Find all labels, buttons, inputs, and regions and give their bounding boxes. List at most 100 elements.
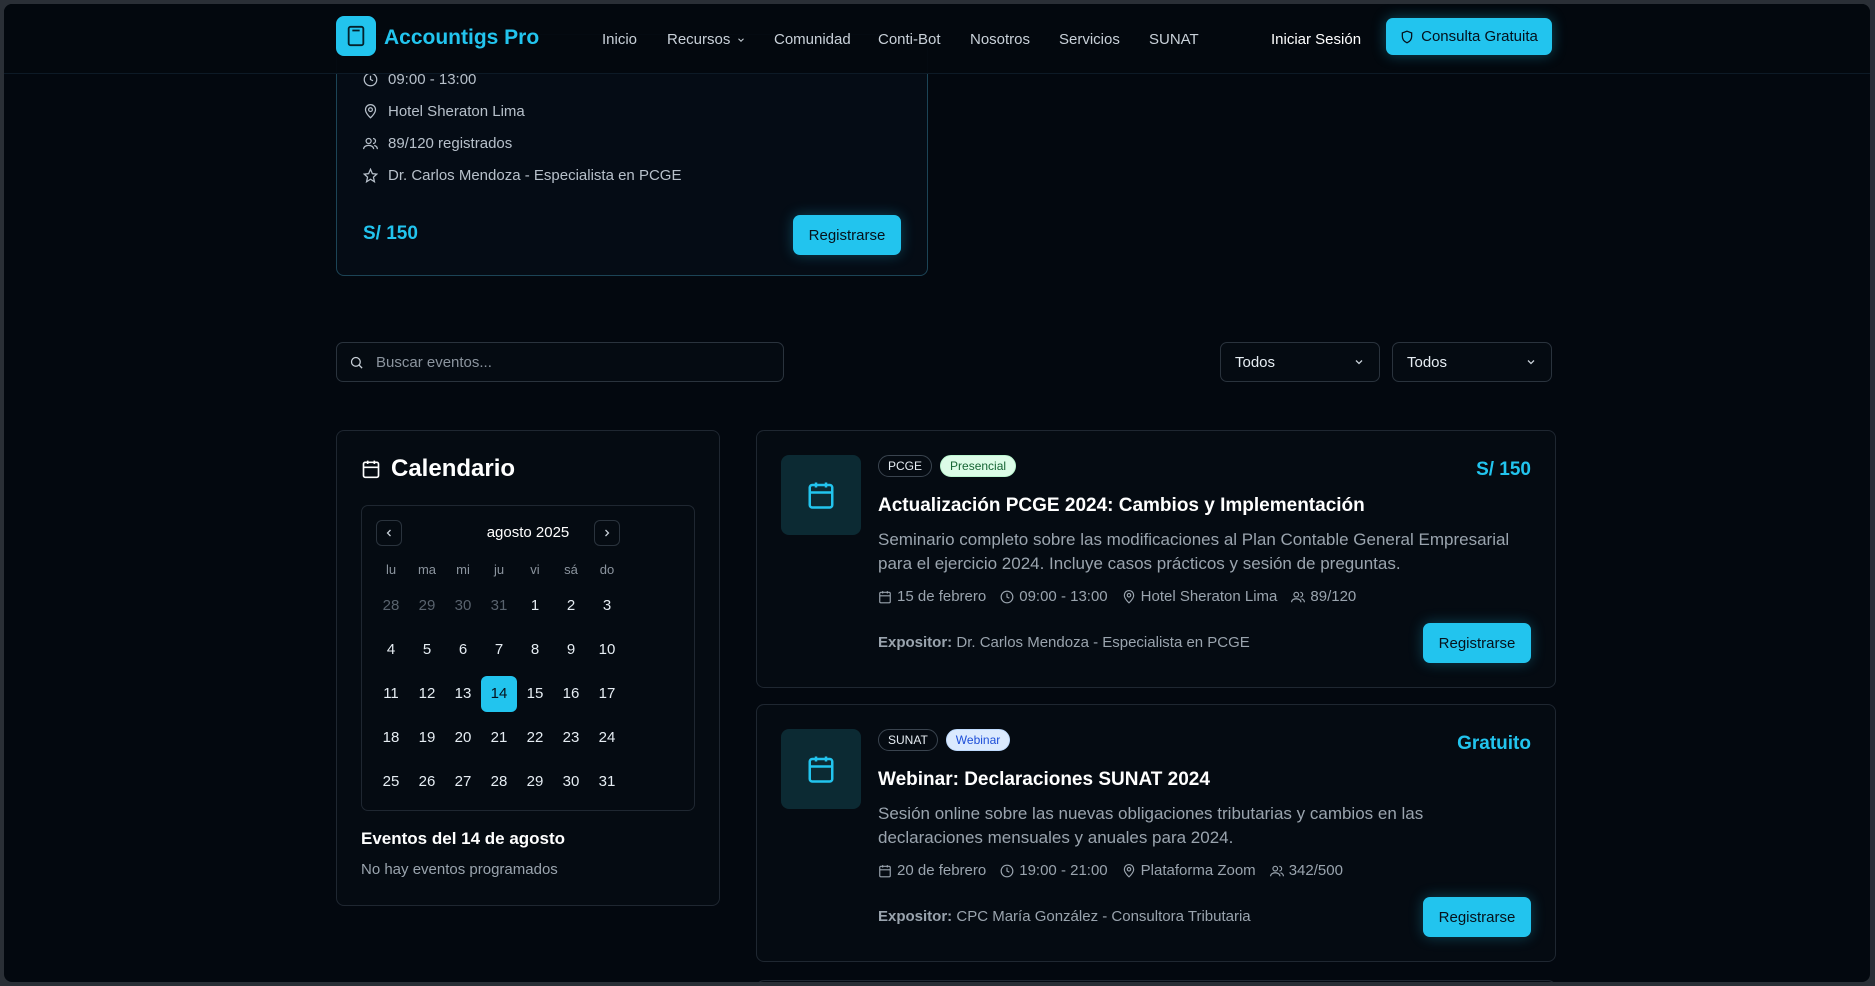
event-location-text: Plataforma Zoom — [1140, 862, 1256, 879]
event-tags: SUNAT Webinar — [878, 729, 1011, 751]
nav-comunidad[interactable]: Comunidad — [774, 31, 851, 48]
weekday-header: mi — [456, 562, 470, 577]
calendar-month: agosto 2025 — [486, 524, 570, 541]
brand-name[interactable]: Accountigs Pro — [384, 26, 539, 50]
day-events-empty: No hay eventos programados — [361, 861, 558, 878]
filter-mode-value: Todos — [1407, 353, 1448, 371]
calendar-day[interactable]: 12 — [409, 676, 445, 712]
calendar-day[interactable]: 29 — [517, 764, 553, 800]
event-title[interactable]: Actualización PCGE 2024: Cambios y Imple… — [878, 495, 1365, 517]
calendar-day[interactable]: 7 — [481, 632, 517, 668]
users-icon — [1291, 591, 1306, 602]
users-icon — [363, 137, 378, 150]
calendar-day[interactable]: 29 — [409, 588, 445, 624]
calendar-day[interactable]: 9 — [553, 632, 589, 668]
speaker-name: Dr. Carlos Mendoza - Especialista en PCG… — [956, 634, 1250, 651]
calendar-title: Calendario — [391, 455, 516, 482]
event-time-text: 09:00 - 13:00 — [1019, 588, 1108, 605]
nav-nosotros[interactable]: Nosotros — [970, 31, 1030, 48]
calendar-day-selected[interactable]: 14 — [481, 676, 517, 712]
weekday-header: ma — [417, 562, 437, 577]
site-header: Accountigs Pro Inicio Recursos Comunidad… — [4, 4, 1870, 74]
calendar-day[interactable]: 18 — [373, 720, 409, 756]
calendar-day[interactable]: 25 — [373, 764, 409, 800]
calendar-day[interactable]: 15 — [517, 676, 553, 712]
nav-servicios[interactable]: Servicios — [1059, 31, 1120, 48]
calendar-day[interactable]: 19 — [409, 720, 445, 756]
event-date-text: 20 de febrero — [897, 862, 987, 879]
event-card: PCGE Presencial S/ 150 Actualización PCG… — [756, 430, 1556, 688]
event-time: 19:00 - 21:00 — [1000, 862, 1108, 879]
register-button[interactable]: Registrarse — [793, 215, 901, 255]
clock-icon — [1000, 864, 1014, 877]
calendar-day[interactable]: 8 — [517, 632, 553, 668]
calendar-day[interactable]: 31 — [481, 588, 517, 624]
weekday-header: vi — [530, 562, 540, 577]
calendar-icon — [781, 729, 861, 809]
weekday-header: lu — [385, 562, 397, 577]
weekday-header: ju — [493, 562, 505, 577]
registered-row: 89/120 registrados — [363, 135, 512, 152]
calendar-icon — [879, 864, 891, 877]
calendar-icon — [362, 460, 380, 479]
event-card: SUNAT Webinar Gratuito Webinar: Declarac… — [756, 704, 1556, 962]
map-pin-icon — [1123, 589, 1134, 604]
search-icon — [350, 356, 363, 369]
calendar-day[interactable]: 17 — [589, 676, 625, 712]
calendar-day[interactable]: 31 — [589, 764, 625, 800]
nav-inicio[interactable]: Inicio — [602, 31, 637, 48]
calendar-panel: Calendario agosto 2025 lu ma mi ju vi sá do 28 2… — [336, 430, 720, 906]
event-time: 09:00 - 13:00 — [1000, 588, 1108, 605]
event-title[interactable]: Webinar: Declaraciones SUNAT 2024 — [878, 769, 1210, 791]
free-consultation-button[interactable]: Consulta Gratuita — [1386, 18, 1552, 55]
event-price: Gratuito — [1457, 733, 1531, 754]
calendar-day[interactable]: 30 — [553, 764, 589, 800]
calendar-day[interactable]: 22 — [517, 720, 553, 756]
calendar-day[interactable]: 27 — [445, 764, 481, 800]
event-description: Sesión online sobre las nuevas obligacio… — [878, 804, 1424, 847]
nav-sunat[interactable]: SUNAT — [1149, 31, 1199, 48]
register-button[interactable]: Registrarse — [1423, 897, 1531, 937]
login-link[interactable]: Iniciar Sesión — [1271, 31, 1361, 48]
calendar-day[interactable]: 6 — [445, 632, 481, 668]
calendar-day[interactable]: 21 — [481, 720, 517, 756]
event-capacity: 342/500 — [1269, 862, 1343, 879]
search-input[interactable] — [376, 353, 756, 371]
nav-conti-bot[interactable]: Conti-Bot — [878, 31, 941, 48]
calendar-widget: agosto 2025 lu ma mi ju vi sá do 28 29 30 31 1 2 3 4 5 6… — [361, 505, 695, 811]
calculator-logo-icon[interactable] — [336, 16, 376, 56]
next-month-button[interactable] — [594, 520, 620, 546]
calendar-icon — [879, 590, 891, 603]
calendar-day[interactable]: 26 — [409, 764, 445, 800]
calendar-day[interactable]: 30 — [445, 588, 481, 624]
prev-month-button[interactable] — [376, 520, 402, 546]
event-location: Hotel Sheraton Lima — [1122, 588, 1277, 605]
calendar-day[interactable]: 11 — [373, 676, 409, 712]
calendar-day[interactable]: 5 — [409, 632, 445, 668]
nav-recursos[interactable]: Recursos — [667, 31, 746, 48]
chevron-down-icon — [738, 37, 745, 42]
register-button[interactable]: Registrarse — [1423, 623, 1531, 663]
calendar-day[interactable]: 20 — [445, 720, 481, 756]
speaker-row: Dr. Carlos Mendoza - Especialista en PCG… — [363, 167, 681, 184]
calendar-day[interactable]: 1 — [517, 588, 553, 624]
calendar-day[interactable]: 23 — [553, 720, 589, 756]
filter-select-mode[interactable]: Todos — [1392, 342, 1552, 382]
calendar-day[interactable]: 13 — [445, 676, 481, 712]
calendar-day[interactable]: 28 — [481, 764, 517, 800]
calendar-icon — [781, 455, 861, 535]
calendar-day[interactable]: 2 — [553, 588, 589, 624]
event-speaker: Expositor: CPC María González - Consulto… — [878, 908, 1251, 925]
calendar-day[interactable]: 16 — [553, 676, 589, 712]
speaker-name: CPC María González - Consultora Tributar… — [956, 908, 1251, 925]
speaker-label: Expositor: — [878, 908, 953, 925]
filter-select-category[interactable]: Todos — [1220, 342, 1380, 382]
calendar-day[interactable]: 10 — [589, 632, 625, 668]
calendar-day[interactable]: 4 — [373, 632, 409, 668]
clock-icon — [1000, 590, 1014, 603]
calendar-day[interactable]: 3 — [589, 588, 625, 624]
search-field[interactable] — [336, 342, 784, 382]
calendar-day[interactable]: 28 — [373, 588, 409, 624]
calendar-day[interactable]: 24 — [589, 720, 625, 756]
event-capacity-text: 89/120 — [1310, 588, 1357, 605]
